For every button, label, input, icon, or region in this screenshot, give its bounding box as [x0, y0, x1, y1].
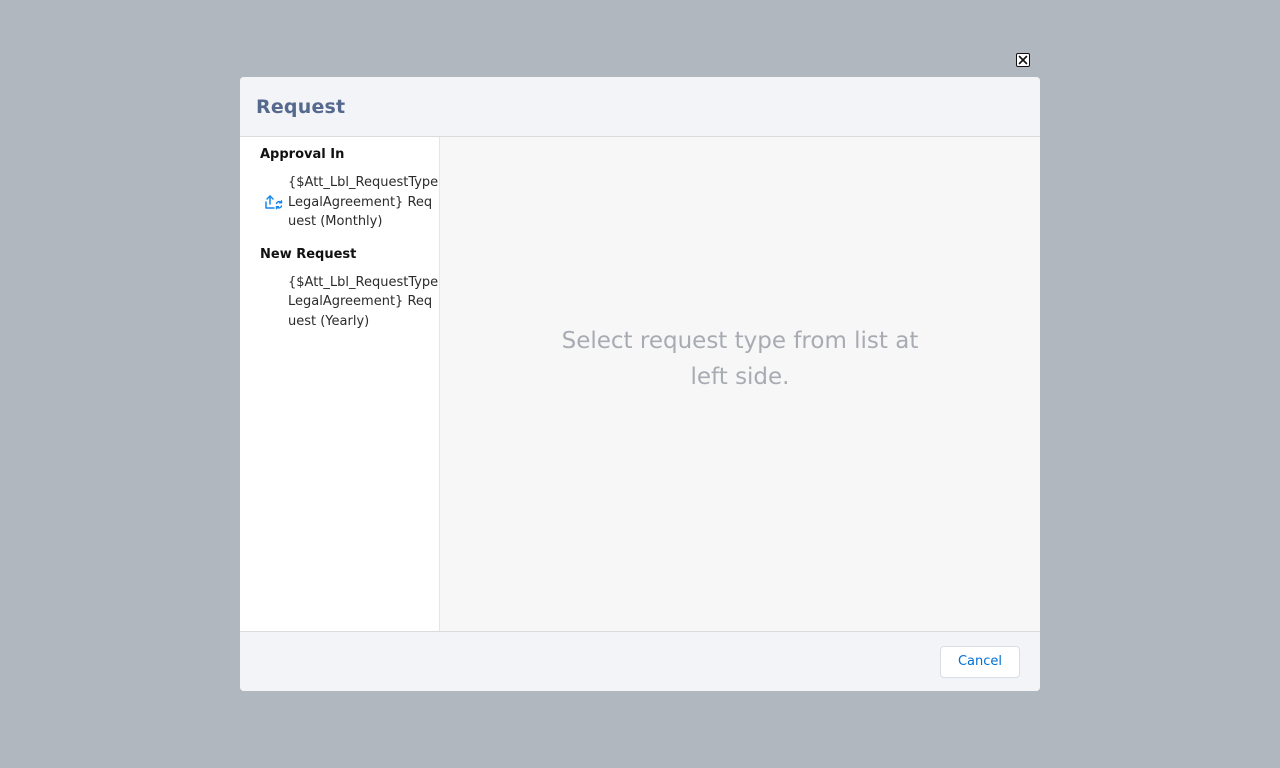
close-button[interactable]	[1016, 53, 1030, 67]
request-type-item-yearly[interactable]: {$Att_Lbl_RequestTypeLegalAgreement} Req…	[240, 273, 439, 332]
empty-state-message: Select request type from list at left si…	[561, 328, 919, 390]
close-icon	[1018, 55, 1028, 65]
dialog-body: Approval In {$Att_Lbl_RequestTypeLegalAg…	[240, 137, 1040, 631]
dialog-footer: Cancel	[240, 631, 1040, 691]
dialog-header: Request	[240, 77, 1040, 137]
request-detail-panel: Select request type from list at left si…	[440, 137, 1040, 631]
dialog-title: Request	[256, 95, 346, 118]
group-label-approval-in: Approval In	[260, 147, 345, 162]
request-type-list: Approval In {$Att_Lbl_RequestTypeLegalAg…	[240, 137, 440, 631]
upload-refresh-icon	[264, 192, 288, 212]
request-type-item-monthly[interactable]: {$Att_Lbl_RequestTypeLegalAgreement} Req…	[240, 173, 439, 232]
request-type-label: {$Att_Lbl_RequestTypeLegalAgreement} Req…	[288, 175, 439, 229]
request-dialog: Request Approval In {$Att_Lbl_RequestTyp…	[240, 77, 1040, 691]
request-type-label: {$Att_Lbl_RequestTypeLegalAgreement} Req…	[288, 274, 439, 329]
item-icon-placeholder	[264, 292, 288, 312]
cancel-button[interactable]: Cancel	[939, 645, 1020, 678]
group-label-new-request: New Request	[260, 246, 357, 262]
